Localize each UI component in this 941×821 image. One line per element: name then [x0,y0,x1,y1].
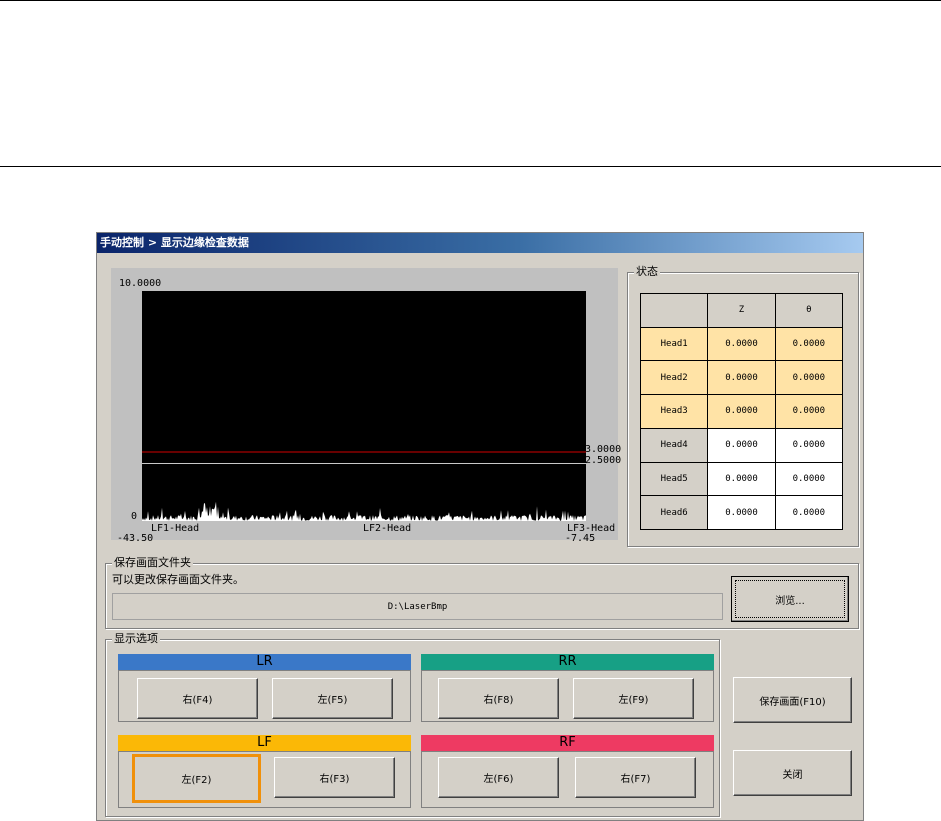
x-marker-lf1: LF1-Head [151,523,200,534]
row-head-name: Head6 [639,495,709,530]
row-z-value: 0.0000 [707,326,776,362]
rf-header: RF [421,735,714,751]
row-theta-value: 0.0000 [774,394,844,429]
browse-button[interactable]: 浏览... [731,576,849,622]
save-folder-title: 保存画面文件夹 [112,556,193,570]
status-table: Z θ Head1 0.0000 0.0000 Head2 0.0000 0.0… [639,293,844,530]
save-screen-button[interactable]: 保存画面(F10) [733,677,852,723]
rf-right-button[interactable]: 右(F7) [575,757,696,798]
lf-right-button[interactable]: 右(F3) [274,757,395,798]
row-head-name: Head1 [639,326,709,362]
rr-header: RR [421,654,714,670]
lf-left-button[interactable]: 左(F2) [132,754,261,803]
table-row: Head2 0.0000 0.0000 [639,360,844,396]
y-top-label: 10.0000 [119,278,162,289]
row-theta-value: 0.0000 [774,495,844,530]
row-theta-value: 0.0000 [774,360,844,396]
save-path-field[interactable]: D:\LaserBmp [112,593,723,620]
row-z-value: 0.0000 [707,427,776,463]
x-max-label: -7.45 [565,533,596,544]
table-row: Head3 0.0000 0.0000 [639,394,844,429]
row-head-name: Head2 [639,360,709,396]
row-head-name: Head4 [639,427,709,463]
row-head-name: Head5 [639,461,709,497]
rf-left-button[interactable]: 左(F6) [438,757,559,798]
row-theta-value: 0.0000 [774,427,844,463]
row-theta-value: 0.0000 [774,461,844,497]
row-head-name: Head3 [639,394,709,429]
edge-chart: 10.0000 0 LF1-Head LF2-Head LF3-Head -43… [111,268,622,544]
lr-right-button[interactable]: 右(F4) [137,678,258,719]
top-rule [0,0,941,1]
close-button[interactable]: 关闭 [733,750,852,796]
table-row: Head5 0.0000 0.0000 [639,461,844,497]
table-row: Head6 0.0000 0.0000 [639,495,844,530]
lr-left-button[interactable]: 左(F5) [272,678,393,719]
lr-header: LR [118,654,411,670]
chart-plot [142,291,586,521]
rr-left-button[interactable]: 左(F9) [573,678,694,719]
row-z-value: 0.0000 [707,360,776,396]
y-bottom-label: 0 [131,511,138,522]
x-marker-lf2: LF2-Head [363,523,412,534]
table-row: Head1 0.0000 0.0000 [639,326,844,362]
rr-right-button[interactable]: 右(F8) [438,678,559,719]
status-header-row: Z θ [639,293,844,328]
window-title: 手动控制 > 显示边缘检查数据 [97,233,863,253]
row-theta-value: 0.0000 [774,326,844,362]
threshold-label-high: 3.0000 [585,444,622,455]
x-min-label: -43.50 [117,533,154,544]
threshold-label-low: 2.5000 [585,455,622,466]
status-title: 状态 [634,265,660,279]
status-corner [639,293,709,328]
table-row: Head4 0.0000 0.0000 [639,427,844,463]
status-col-theta: θ [774,293,844,328]
display-options-title: 显示选项 [112,632,160,646]
status-group: 状态 Z θ Head1 0.0000 0.0000 Head2 0.0000 … [627,265,859,547]
row-z-value: 0.0000 [707,461,776,497]
edge-inspection-window: 手动控制 > 显示边缘检查数据 10.0000 0 LF1-Head LF2-H… [96,232,864,821]
save-folder-description: 可以更改保存画面文件夹。 [112,573,244,586]
row-z-value: 0.0000 [707,394,776,429]
lf-header: LF [118,735,411,751]
plot-background [142,291,586,521]
status-col-z: Z [707,293,776,328]
row-z-value: 0.0000 [707,495,776,530]
header-rule [0,166,941,167]
